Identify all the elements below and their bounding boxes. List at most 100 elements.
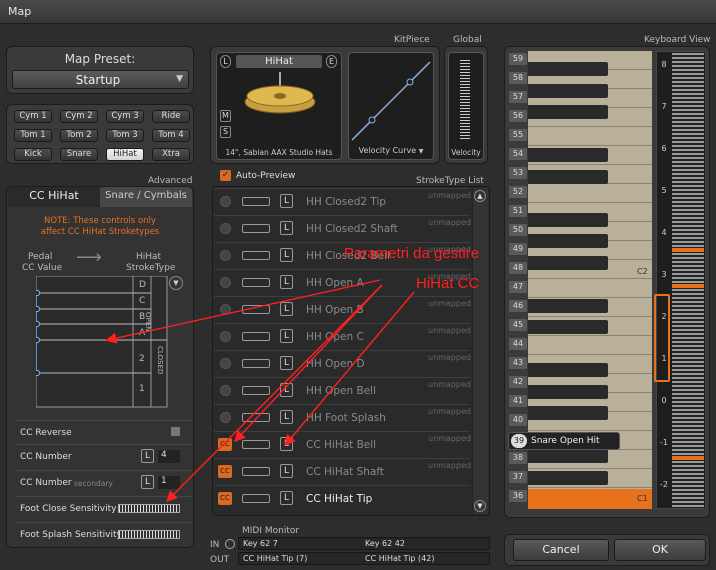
stroketype-row[interactable]: L HH Closed2 Shaft unmapped bbox=[214, 215, 471, 241]
black-key[interactable] bbox=[528, 234, 608, 248]
mapping-toggle[interactable] bbox=[242, 467, 270, 476]
kitpiece-button[interactable]: Tom 4 bbox=[152, 129, 190, 142]
cc-secondary-lock[interactable]: L bbox=[141, 475, 154, 489]
kitpiece-button[interactable]: Cym 1 bbox=[14, 110, 52, 123]
mapping-toggle[interactable] bbox=[242, 251, 270, 260]
lock-button[interactable]: L bbox=[280, 194, 293, 208]
mapping-toggle[interactable] bbox=[242, 332, 270, 341]
black-key[interactable] bbox=[528, 298, 608, 313]
stroketype-row[interactable]: CC L CC HiHat Bell unmapped bbox=[214, 431, 471, 457]
preview-button[interactable] bbox=[220, 358, 231, 369]
lock-button[interactable]: L bbox=[280, 221, 293, 235]
black-key[interactable] bbox=[528, 363, 608, 377]
key-number[interactable]: 50 bbox=[508, 223, 528, 237]
cc-secondary-value[interactable]: 1 bbox=[158, 476, 180, 489]
stroketype-row[interactable]: L HH Open C unmapped bbox=[214, 323, 471, 349]
list-scrollbar[interactable] bbox=[472, 188, 488, 514]
key-number[interactable]: 45 bbox=[508, 318, 528, 332]
foot-splash-slider[interactable] bbox=[118, 530, 180, 539]
mapping-toggle[interactable] bbox=[242, 413, 270, 422]
tab-cc-hihat[interactable]: CC HiHat bbox=[8, 187, 100, 207]
key-number[interactable]: 40 bbox=[508, 413, 528, 427]
lock-button[interactable]: L bbox=[280, 356, 293, 370]
auto-preview-checkbox[interactable]: ✓ bbox=[220, 170, 231, 181]
preview-button[interactable] bbox=[220, 250, 231, 261]
key-number[interactable]: 57 bbox=[508, 90, 528, 104]
key-number[interactable]: 59 bbox=[508, 52, 528, 66]
black-key[interactable] bbox=[528, 470, 608, 485]
black-key[interactable] bbox=[528, 255, 608, 270]
lock-button[interactable]: L bbox=[280, 464, 293, 478]
mapping-toggle[interactable] bbox=[242, 494, 270, 503]
black-key[interactable] bbox=[528, 105, 608, 119]
key-number[interactable]: 41 bbox=[508, 394, 528, 408]
lock-button[interactable]: L bbox=[280, 248, 293, 262]
black-key[interactable] bbox=[528, 62, 608, 76]
map-preset-select[interactable]: Startup ▼ bbox=[12, 70, 189, 89]
stroketype-row[interactable]: L HH Open B unmapped bbox=[214, 296, 471, 322]
lock-button[interactable]: L bbox=[280, 383, 293, 397]
mapping-toggle[interactable] bbox=[242, 440, 270, 449]
cc-number-value[interactable]: 4 bbox=[158, 450, 180, 463]
menu-dropdown-button[interactable]: ▼ bbox=[169, 276, 183, 290]
black-key[interactable] bbox=[528, 449, 608, 463]
mapping-toggle[interactable] bbox=[242, 386, 270, 395]
key-number[interactable]: 53 bbox=[508, 166, 528, 180]
black-key[interactable] bbox=[528, 169, 608, 184]
kitpiece-button[interactable]: Tom 2 bbox=[60, 129, 98, 142]
scroll-down-button[interactable]: ▼ bbox=[474, 500, 486, 512]
lock-button[interactable]: L bbox=[280, 275, 293, 289]
side-button-e[interactable]: E bbox=[326, 55, 337, 68]
black-key[interactable] bbox=[528, 406, 608, 420]
stroketype-row[interactable]: CC L CC HiHat Tip bbox=[214, 485, 470, 511]
key-number[interactable]: 56 bbox=[508, 109, 528, 123]
lock-button[interactable]: L bbox=[280, 491, 293, 505]
preview-button[interactable] bbox=[220, 223, 231, 234]
black-key[interactable] bbox=[528, 212, 608, 227]
kitpiece-button[interactable]: Snare bbox=[60, 148, 98, 161]
mapping-toggle[interactable] bbox=[242, 197, 270, 206]
key-number[interactable]: 52 bbox=[508, 185, 528, 199]
lock-button[interactable]: L bbox=[280, 410, 293, 424]
key-number[interactable]: 44 bbox=[508, 337, 528, 351]
cc-number-lock[interactable]: L bbox=[141, 449, 154, 463]
preview-button[interactable] bbox=[220, 331, 231, 342]
key-number[interactable]: 42 bbox=[508, 375, 528, 389]
tab-snare-cymbals[interactable]: Snare / Cymbals bbox=[100, 187, 192, 207]
key-number[interactable]: 51 bbox=[508, 204, 528, 218]
side-button-m[interactable]: M bbox=[220, 110, 231, 122]
global-velocity-meter[interactable] bbox=[460, 60, 470, 140]
key-number[interactable]: 46 bbox=[508, 299, 528, 313]
cc-reverse-checkbox[interactable] bbox=[171, 427, 180, 436]
black-key[interactable] bbox=[528, 148, 608, 162]
kitpiece-button[interactable]: HiHat bbox=[106, 148, 144, 161]
ok-button[interactable]: OK bbox=[614, 539, 706, 561]
lock-button[interactable]: L bbox=[280, 329, 293, 343]
preview-button[interactable] bbox=[220, 304, 231, 315]
stroketype-row[interactable]: L HH Foot Splash unmapped bbox=[214, 404, 471, 430]
scroll-up-button[interactable]: ▲ bbox=[474, 190, 486, 202]
mapping-toggle[interactable] bbox=[242, 359, 270, 368]
black-key[interactable] bbox=[528, 83, 608, 98]
lock-button[interactable]: L bbox=[280, 437, 293, 451]
black-key[interactable] bbox=[528, 320, 608, 334]
kitpiece-button[interactable]: Ride bbox=[152, 110, 190, 123]
key-number[interactable]: 49 bbox=[508, 242, 528, 256]
key-number[interactable]: 38 bbox=[508, 451, 528, 465]
key-number[interactable]: 55 bbox=[508, 128, 528, 142]
key-number[interactable]: 47 bbox=[508, 280, 528, 294]
preview-button[interactable] bbox=[220, 277, 231, 288]
velocity-curve-select[interactable]: Velocity Curve ▼ bbox=[350, 146, 432, 158]
kitpiece-button[interactable]: Tom 3 bbox=[106, 129, 144, 142]
kitpiece-button[interactable]: Cym 2 bbox=[60, 110, 98, 123]
mapping-toggle[interactable] bbox=[242, 224, 270, 233]
stroketype-row[interactable]: L HH Closed2 Tip unmapped bbox=[214, 188, 471, 214]
preview-button[interactable] bbox=[220, 412, 231, 423]
preview-button[interactable] bbox=[220, 385, 231, 396]
stroketype-row[interactable]: CC L CC HiHat Shaft unmapped bbox=[214, 458, 471, 484]
cancel-button[interactable]: Cancel bbox=[513, 539, 609, 561]
side-button-l[interactable]: L bbox=[220, 55, 231, 68]
key-number[interactable]: 37 bbox=[508, 470, 528, 484]
mapping-toggle[interactable] bbox=[242, 305, 270, 314]
foot-close-slider[interactable] bbox=[118, 504, 180, 513]
